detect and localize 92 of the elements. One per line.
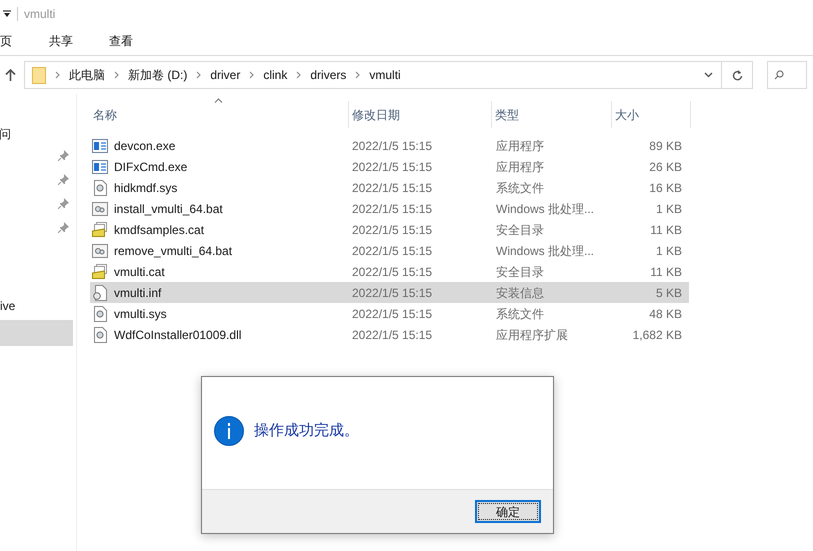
file-size: 89 KB <box>648 138 682 154</box>
nav-item[interactable]: 问 <box>0 124 72 144</box>
file-type: Windows 批处理... <box>496 200 596 218</box>
certificate-icon <box>92 222 108 237</box>
column-header[interactable]: 大小 <box>612 101 691 128</box>
pin-icon[interactable] <box>58 174 69 185</box>
refresh-icon <box>732 69 742 81</box>
window-title: vmulti <box>24 6 56 22</box>
breadcrumb-link[interactable]: 此电脑 <box>69 66 105 84</box>
file-size: 26 KB <box>648 158 682 176</box>
file-row[interactable]: WdfCoInstaller01009.dll 2022/1/5 15:15 应用程序扩展 1,682 KB <box>90 324 689 345</box>
ribbon-tab[interactable]: 查看 <box>104 27 138 55</box>
file-size: 1 KB <box>654 200 682 218</box>
application-icon <box>92 138 108 152</box>
ribbon-tab[interactable]: 页 <box>0 27 18 55</box>
chevron-right-icon[interactable] <box>196 71 202 79</box>
file-type: Windows 批处理... <box>496 242 596 260</box>
file-row[interactable]: kmdfsamples.cat 2022/1/5 15:15 安全目录 11 KB <box>90 219 689 240</box>
file-size: 48 KB <box>648 306 682 322</box>
chevron-down-icon[interactable] <box>704 72 713 78</box>
breadcrumb-link[interactable]: vmulti <box>369 66 401 84</box>
folder-icon <box>32 66 46 84</box>
file-row[interactable]: install_vmulti_64.bat 2022/1/5 15:15 Windows 批处理... 1 KB <box>90 198 689 219</box>
file-row[interactable]: vmulti.inf 2022/1/5 15:15 安装信息 5 KB <box>90 282 689 303</box>
column-header[interactable]: 修改日期 <box>349 101 492 128</box>
breadcrumb-link[interactable]: drivers <box>310 66 346 84</box>
column-header[interactable]: 类型 <box>492 101 612 128</box>
dialog-message: 操作成功完成。 <box>254 420 359 441</box>
file-type: 安装信息 <box>496 284 545 302</box>
modified-date: 2022/1/5 15:15 <box>352 200 434 218</box>
file-row[interactable]: devcon.exe 2022/1/5 15:15 应用程序 89 KB <box>90 135 689 156</box>
address-bar[interactable]: 此电脑 新加卷 (D:) driver clink drivers vmulti <box>24 61 753 89</box>
info-icon <box>214 416 244 446</box>
breadcrumb-link[interactable]: clink <box>263 66 288 84</box>
sort-caret-icon[interactable] <box>214 98 223 103</box>
modified-date: 2022/1/5 15:15 <box>352 180 434 196</box>
file-row[interactable]: remove_vmulti_64.bat 2022/1/5 15:15 Windows 批处理... 1 KB <box>90 240 689 261</box>
pin-icon[interactable] <box>58 222 69 233</box>
breadcrumb-link[interactable]: 新加卷 (D:) <box>128 66 188 84</box>
file-name: DIFxCmd.exe <box>113 158 188 176</box>
dropdown-arrow-icon[interactable] <box>3 10 11 17</box>
modified-date: 2022/1/5 15:15 <box>352 306 434 322</box>
file-row[interactable]: vmulti.sys 2022/1/5 15:15 系统文件 48 KB <box>90 303 689 324</box>
file-size: 1 KB <box>654 242 682 260</box>
file-size: 5 KB <box>654 284 682 302</box>
modified-date: 2022/1/5 15:15 <box>352 242 434 260</box>
modified-date: 2022/1/5 15:15 <box>352 264 434 280</box>
search-field[interactable] <box>767 61 807 89</box>
file-name: WdfCoInstaller01009.dll <box>113 326 242 344</box>
pin-icon[interactable] <box>58 198 69 209</box>
up-arrow-icon[interactable] <box>5 69 16 81</box>
file-type: 应用程序 <box>496 138 545 154</box>
chevron-right-icon[interactable] <box>296 71 302 79</box>
file-type: 应用程序扩展 <box>496 326 569 344</box>
modified-date: 2022/1/5 15:15 <box>352 222 434 238</box>
search-icon <box>774 70 784 80</box>
file-size: 1,682 KB <box>632 326 682 344</box>
modified-date: 2022/1/5 15:15 <box>352 284 434 302</box>
file-size: 11 KB <box>649 222 682 238</box>
ribbon-tab[interactable]: 共享 <box>44 27 78 55</box>
chevron-right-icon[interactable] <box>55 71 60 79</box>
file-type: 应用程序 <box>496 158 545 176</box>
file-name: vmulti.sys <box>113 306 168 322</box>
chevron-right-icon[interactable] <box>249 71 254 79</box>
column-header[interactable]: 名称 <box>90 101 349 128</box>
pin-icon[interactable] <box>58 150 69 161</box>
file-name: devcon.exe <box>113 138 176 154</box>
file-row[interactable]: vmulti.cat 2022/1/5 15:15 安全目录 11 KB <box>90 261 689 282</box>
file-name: hidkmdf.sys <box>113 180 178 196</box>
file-size: 11 KB <box>649 264 682 280</box>
file-row[interactable]: hidkmdf.sys 2022/1/5 15:15 系统文件 16 KB <box>90 177 689 198</box>
chevron-right-icon[interactable] <box>114 71 119 79</box>
file-type: 系统文件 <box>496 180 545 196</box>
file-size: 16 KB <box>648 180 682 196</box>
file-name: install_vmulti_64.bat <box>113 200 224 218</box>
nav-item[interactable]: ive <box>0 294 73 318</box>
application-icon <box>92 160 108 174</box>
file-name: remove_vmulti_64.bat <box>113 242 234 260</box>
modified-date: 2022/1/5 15:15 <box>352 326 434 344</box>
modified-date: 2022/1/5 15:15 <box>352 138 434 154</box>
file-type: 安全目录 <box>496 264 545 280</box>
file-name: kmdfsamples.cat <box>113 222 206 238</box>
chevron-right-icon[interactable] <box>355 71 360 79</box>
ok-button[interactable]: 确定 <box>475 500 541 523</box>
breadcrumb-link[interactable]: driver <box>210 66 240 84</box>
file-name: vmulti.inf <box>113 284 162 302</box>
file-row[interactable]: DIFxCmd.exe 2022/1/5 15:15 应用程序 26 KB <box>90 156 689 177</box>
certificate-icon <box>92 264 108 279</box>
modified-date: 2022/1/5 15:15 <box>352 158 434 176</box>
file-name: vmulti.cat <box>113 264 166 280</box>
file-type: 安全目录 <box>496 222 545 238</box>
file-type: 系统文件 <box>496 306 545 322</box>
